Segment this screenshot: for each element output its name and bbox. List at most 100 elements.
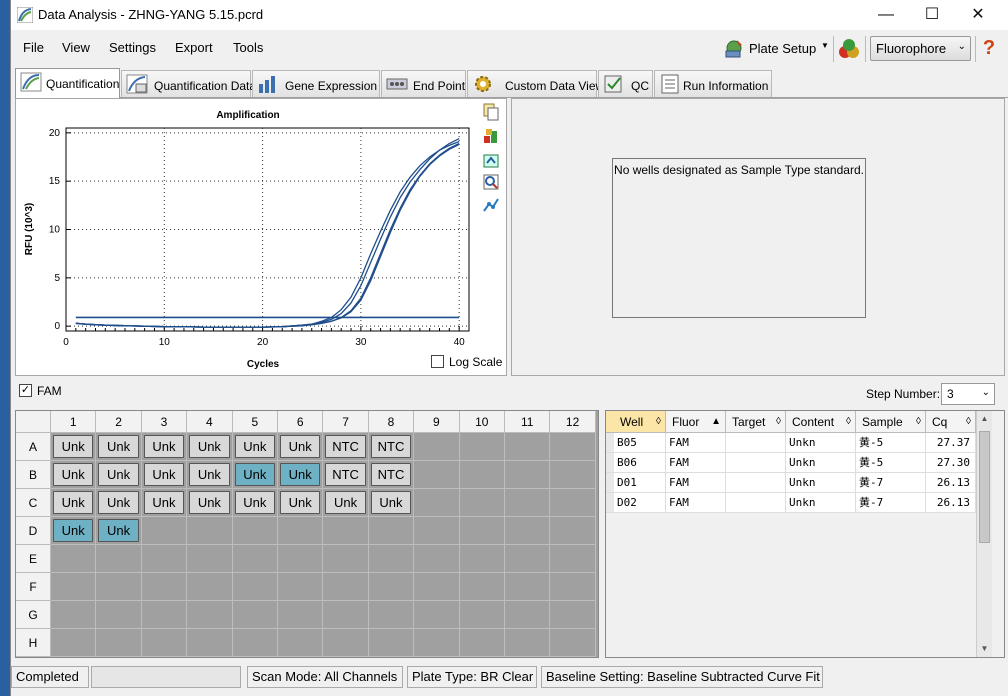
menu-settings[interactable]: Settings [109, 40, 156, 55]
plate-well[interactable]: Unk [98, 491, 139, 514]
table-cell[interactable] [726, 453, 786, 473]
plate-setup-button[interactable]: Plate Setup ▼ [723, 36, 831, 62]
plate-column-header[interactable]: 1 [51, 411, 97, 433]
table-cell[interactable]: FAM [666, 433, 726, 453]
table-cell[interactable]: D01 [614, 473, 666, 493]
plate-well[interactable]: NTC [370, 435, 412, 458]
table-cell[interactable] [726, 493, 786, 513]
menu-tools[interactable]: Tools [233, 40, 263, 55]
plate-well[interactable]: Unk [143, 435, 185, 458]
menu-file[interactable]: File [23, 40, 44, 55]
plate-column-header[interactable]: 9 [414, 411, 460, 433]
plate-row-header[interactable]: H [16, 629, 51, 657]
plate-well[interactable]: Unk [189, 491, 230, 514]
fam-checkbox[interactable]: ✓ [19, 384, 32, 397]
table-cell[interactable]: B06 [614, 453, 666, 473]
plate-well[interactable]: Unk [53, 519, 94, 542]
plate-well[interactable]: Unk [98, 519, 139, 542]
tab-qc[interactable]: QC [598, 70, 653, 97]
plate-well[interactable]: Unk [53, 435, 94, 458]
scroll-thumb[interactable] [979, 431, 990, 543]
table-cell[interactable]: Unkn [786, 433, 856, 453]
plate-column-header[interactable]: 3 [141, 411, 188, 433]
minimize-button[interactable]: — [863, 0, 909, 30]
maximize-button[interactable]: ☐ [909, 0, 955, 30]
table-cell[interactable]: 黄-5 [856, 433, 926, 453]
plate-well[interactable]: Unk [53, 491, 94, 514]
table-header-fluor[interactable]: Fluor ▲ [666, 411, 726, 433]
table-cell[interactable] [726, 433, 786, 453]
table-header-content[interactable]: Content ◊ [786, 411, 856, 433]
well-color-icon[interactable] [837, 37, 861, 61]
plate-well[interactable]: Unk [280, 463, 321, 486]
tab-custom-data-view[interactable]: Custom Data View [467, 70, 604, 97]
plate-well[interactable]: Unk [98, 435, 139, 458]
table-cell[interactable] [726, 473, 786, 493]
plate-column-header[interactable]: 10 [459, 411, 505, 433]
table-cell[interactable]: FAM [666, 473, 726, 493]
plate-column-header[interactable]: 4 [187, 411, 233, 433]
fluorophore-dropdown[interactable]: Fluorophore ⌄ [870, 36, 971, 61]
scroll-down-icon[interactable]: ▼ [977, 641, 992, 657]
table-scrollbar[interactable]: ▲ ▼ [976, 411, 992, 657]
plate-column-header[interactable]: 12 [550, 411, 596, 433]
plate-well[interactable]: Unk [189, 435, 230, 458]
plate-well[interactable]: Unk [280, 435, 321, 458]
table-cell[interactable]: D02 [614, 493, 666, 513]
zoom-chart-icon[interactable] [482, 173, 500, 191]
table-cell[interactable]: FAM [666, 493, 726, 513]
close-button[interactable]: ✕ [955, 0, 1001, 30]
plate-column-header[interactable]: 2 [96, 411, 142, 433]
table-header-target[interactable]: Target ◊ [726, 411, 786, 433]
plate-column-header[interactable]: 7 [323, 411, 369, 433]
tab-quantification-data[interactable]: Quantification Data [121, 70, 256, 97]
table-header-cq[interactable]: Cq ◊ [926, 411, 976, 433]
plate-well[interactable]: Unk [234, 435, 275, 458]
plate-row-header[interactable]: B [16, 461, 51, 489]
plate-well[interactable]: Unk [234, 463, 275, 486]
table-header-sample[interactable]: Sample ◊ [856, 411, 926, 433]
plate-column-header[interactable]: 8 [368, 411, 415, 433]
table-header-well[interactable]: Well ◊ [606, 411, 666, 433]
plate-well[interactable]: Unk [234, 491, 275, 514]
table-cell[interactable]: B05 [614, 433, 666, 453]
plate-well[interactable]: Unk [370, 491, 412, 514]
table-cell[interactable]: FAM [666, 453, 726, 473]
table-cell[interactable]: 26.13 [926, 493, 976, 513]
table-cell[interactable]: Unkn [786, 493, 856, 513]
row-selector[interactable] [606, 433, 614, 453]
menu-export[interactable]: Export [175, 40, 213, 55]
help-icon[interactable]: ? [979, 37, 999, 61]
plate-row-header[interactable]: F [16, 573, 51, 601]
plate-well[interactable]: NTC [325, 435, 366, 458]
tab-quantification[interactable]: Quantification [15, 68, 120, 98]
plate-well[interactable]: Unk [143, 491, 185, 514]
table-cell[interactable]: 26.13 [926, 473, 976, 493]
plate-well[interactable]: Unk [53, 463, 94, 486]
plate-row-header[interactable]: G [16, 601, 51, 629]
plate-well[interactable]: Unk [280, 491, 321, 514]
table-cell[interactable]: 黄-5 [856, 453, 926, 473]
step-number-dropdown[interactable]: 3 ⌄ [941, 383, 995, 405]
row-selector[interactable] [606, 453, 614, 473]
trace-style-icon[interactable] [482, 196, 500, 214]
plate-row-header[interactable]: D [16, 517, 51, 545]
tab-run-information[interactable]: Run Information [654, 70, 772, 97]
log-scale-checkbox[interactable] [431, 355, 444, 368]
table-cell[interactable]: 27.30 [926, 453, 976, 473]
plate-row-header[interactable]: E [16, 545, 51, 573]
copy-icon[interactable] [482, 103, 500, 121]
plate-well[interactable]: NTC [370, 463, 412, 486]
table-cell[interactable]: 黄-7 [856, 493, 926, 513]
plate-column-header[interactable]: 5 [232, 411, 278, 433]
plate-column-header[interactable]: 11 [505, 411, 551, 433]
plate-well[interactable]: Unk [143, 463, 185, 486]
table-cell[interactable]: 27.37 [926, 433, 976, 453]
plate-row-header[interactable]: C [16, 489, 51, 517]
plate-well[interactable]: Unk [98, 463, 139, 486]
plate-colors-icon[interactable] [482, 127, 500, 145]
table-cell[interactable]: Unkn [786, 453, 856, 473]
plate-well[interactable]: Unk [325, 491, 366, 514]
plate-column-header[interactable]: 6 [278, 411, 324, 433]
plate-well[interactable]: NTC [325, 463, 366, 486]
